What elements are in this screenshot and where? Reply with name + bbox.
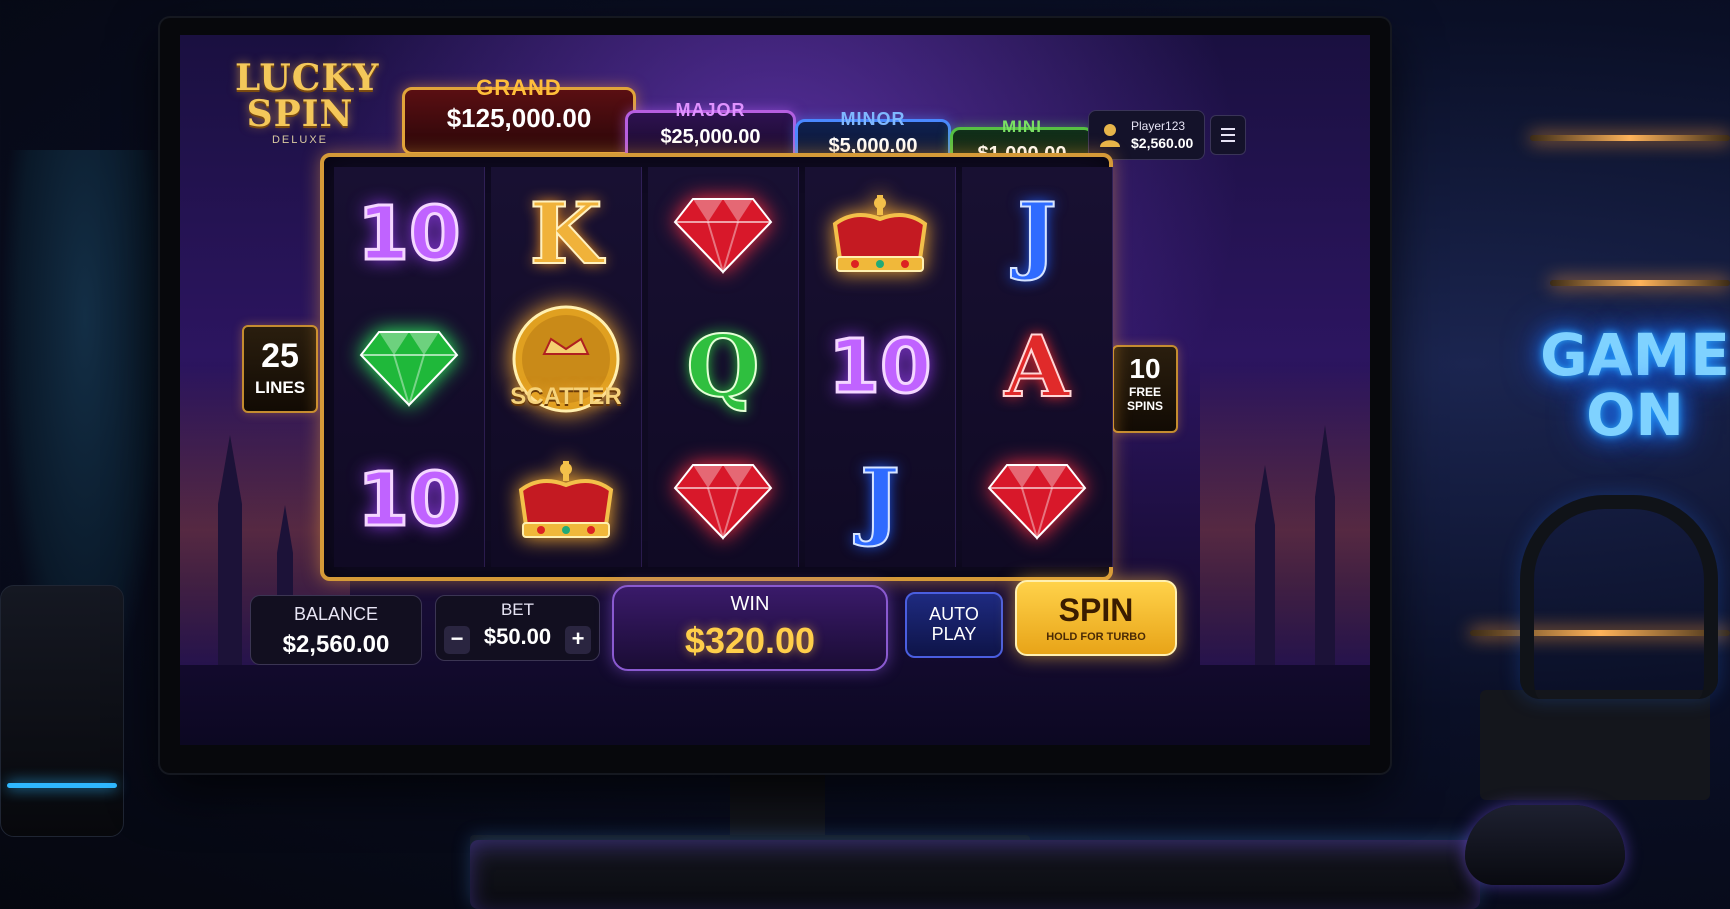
logo-line3: DELUXE: [271, 134, 329, 146]
tower: [1255, 465, 1275, 665]
jackpot-grand-label: GRAND: [476, 75, 562, 100]
bet-control: BET − $50.00 +: [435, 595, 600, 661]
win-display: WIN $320.00: [612, 585, 888, 671]
reel-cell: 10: [805, 300, 955, 433]
shelf-light: [1550, 280, 1730, 286]
free-spins-label2: SPINS: [1126, 399, 1163, 413]
autoplay-label-line2: PLAY: [931, 624, 977, 644]
scatter-symbol: SCATTER: [501, 304, 631, 429]
reel-cell: K: [491, 167, 641, 300]
reel-3: Q: [648, 167, 799, 567]
paylines-count: 25: [261, 337, 299, 375]
bet-value: $50.00: [483, 624, 552, 649]
bet-decrease-button[interactable]: −: [444, 626, 470, 654]
reel-cell: SCATTER: [491, 300, 641, 433]
game-screen: LUCKY SPIN DELUXE GRAND $125,000.00 MAJO…: [180, 35, 1370, 745]
jackpot-grand: GRAND $125,000.00: [402, 75, 636, 155]
reel-cell: 10: [334, 433, 484, 566]
reel-cell: [648, 433, 798, 566]
neon-sign: GAME ON: [1535, 325, 1730, 445]
spin-sublabel: HOLD FOR TURBO: [1046, 631, 1146, 643]
win-label: WIN: [730, 593, 770, 615]
neon-sign-line2: ON: [1586, 381, 1684, 449]
reel-1: 10 10: [334, 167, 485, 567]
spin-label: SPIN: [1058, 592, 1134, 628]
jackpot-mini-label: MINI: [1002, 117, 1042, 136]
reel-cell: J: [962, 167, 1112, 300]
neon-sign-line1: GAME: [1540, 321, 1730, 389]
reel-cell: A: [962, 300, 1112, 433]
headphones-icon: [1520, 495, 1718, 699]
paylines-badge: 25 LINES: [242, 325, 318, 413]
tower: [1315, 425, 1335, 665]
win-value: $320.00: [684, 620, 816, 661]
spin-button[interactable]: SPIN HOLD FOR TURBO: [1015, 580, 1177, 656]
scatter-label: SCATTER: [510, 383, 622, 410]
ruby-gem-icon: [987, 463, 1087, 540]
speaker: [0, 585, 124, 837]
symbol-j: J: [859, 449, 901, 549]
reel-cell: [805, 167, 955, 300]
reel-cell: 10: [334, 167, 484, 300]
crown-icon: [832, 194, 928, 272]
bet-label: BET: [500, 600, 535, 619]
shelf-light: [1530, 135, 1730, 141]
symbol-10: 10: [356, 190, 462, 277]
symbol-j: J: [1016, 183, 1058, 283]
free-spins-count: 10: [1129, 353, 1161, 384]
jackpot-minor-label: MINOR: [840, 109, 906, 129]
symbol-10: 10: [356, 456, 462, 543]
reel-grid: 10 10 K SCATTER Q 10 J J A: [320, 153, 1113, 581]
reel-4: 10 J: [805, 167, 956, 567]
symbol-q: Q: [685, 316, 760, 416]
reel-cell: J: [805, 433, 955, 566]
reel-cell: Q: [648, 300, 798, 433]
symbol-a: A: [1003, 316, 1070, 416]
autoplay-label-line1: AUTO: [929, 604, 979, 624]
game-logo: LUCKY SPIN DELUXE: [235, 57, 380, 146]
reel-2: K SCATTER: [491, 167, 642, 567]
symbol-10: 10: [827, 323, 933, 410]
reel-5: JA: [962, 167, 1113, 567]
player-balance: $2,560.00: [1131, 135, 1194, 151]
jackpot-major-value: $25,000.00: [660, 126, 761, 148]
crown-icon: [518, 460, 614, 538]
free-spins-label1: FREE: [1128, 385, 1161, 399]
player-name: Player123: [1131, 119, 1186, 133]
logo-line1: LUCKY: [235, 57, 380, 99]
jackpot-major-label: MAJOR: [675, 100, 746, 120]
balance-display: BALANCE $2,560.00: [250, 595, 422, 665]
ruby-gem-icon: [673, 197, 773, 274]
emerald-gem-icon: [359, 330, 459, 407]
user-icon: [1100, 124, 1120, 147]
jackpot-grand-value: $125,000.00: [446, 103, 592, 133]
reel-cell: [962, 433, 1112, 566]
city-backdrop-right: [1200, 365, 1370, 665]
ruby-gem-icon: [673, 463, 773, 540]
speaker-light-ring: [7, 783, 117, 788]
reel-cell: [648, 167, 798, 300]
free-spins-badge: 10 FREE SPINS: [1112, 345, 1178, 433]
reel-cell: [491, 433, 641, 566]
keyboard: [470, 840, 1480, 909]
mouse: [1465, 805, 1625, 885]
autoplay-button[interactable]: AUTO PLAY: [905, 592, 1003, 658]
logo-line2: SPIN: [246, 93, 354, 135]
balance-label: BALANCE: [293, 604, 379, 624]
reel-cell: [334, 300, 484, 433]
symbol-k: K: [528, 183, 603, 283]
balance-value: $2,560.00: [282, 631, 390, 658]
paylines-label: LINES: [254, 378, 306, 397]
headphone-stand: [1480, 690, 1710, 800]
bet-increase-button[interactable]: +: [565, 626, 591, 654]
hamburger-menu-icon[interactable]: [1210, 115, 1246, 155]
